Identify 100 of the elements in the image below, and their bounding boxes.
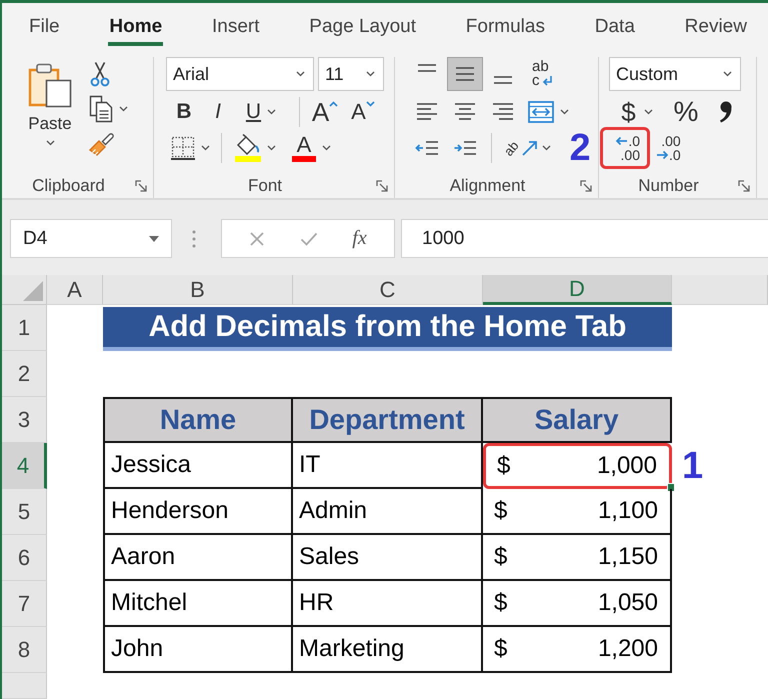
row-header[interactable]: 5: [2, 489, 47, 535]
chevron-icon: [267, 109, 276, 115]
bold-button[interactable]: B: [170, 97, 198, 127]
dialog-launcher-icon[interactable]: [135, 180, 147, 192]
paste-button[interactable]: Paste: [20, 57, 80, 162]
dialog-launcher-icon[interactable]: [376, 180, 388, 192]
chevron-icon: [560, 109, 569, 115]
grow-font-button[interactable]: A: [309, 97, 341, 127]
chevron-icon: [644, 109, 653, 115]
tab[interactable]: Page Layout: [308, 12, 417, 46]
group-label: Font: [246, 176, 284, 196]
wrap-text-button[interactable]: ab c: [523, 57, 559, 91]
decrease-decimal-button[interactable]: .00 .0: [650, 127, 687, 169]
underline-button[interactable]: U: [238, 97, 284, 127]
dialog-launcher-icon[interactable]: [580, 180, 592, 192]
salary-amount: 1,200: [598, 635, 658, 663]
number-format-dropdown[interactable]: Custom: [609, 57, 741, 91]
table-cell: Admin: [293, 489, 483, 535]
tab[interactable]: Home: [108, 12, 164, 46]
cancel-icon: [249, 230, 266, 246]
currency-button[interactable]: $: [613, 97, 661, 127]
currency-symbol: $: [494, 635, 508, 663]
tab[interactable]: File: [28, 12, 61, 46]
column-header[interactable]: A: [47, 275, 103, 305]
tab[interactable]: Insert: [210, 12, 261, 46]
table-cell: John: [103, 627, 293, 673]
insert-function-button[interactable]: fx: [352, 227, 367, 250]
grip-icon: [192, 230, 196, 248]
orientation-button[interactable]: ab: [500, 133, 556, 163]
table-cell: HR: [293, 581, 483, 627]
row-header[interactable]: 1: [2, 305, 47, 351]
italic-button[interactable]: I: [204, 97, 232, 127]
chevron-icon: [322, 145, 331, 151]
chevron-icon: [296, 71, 305, 77]
arrow-right-icon: [656, 150, 669, 160]
vertical-align-button[interactable]: [447, 57, 483, 91]
table-cell: Aaron: [103, 535, 293, 581]
salary-amount: 1,150: [598, 543, 658, 571]
chevron-icon: [723, 71, 732, 77]
format-painter-button[interactable]: [86, 130, 116, 158]
font-name-dropdown[interactable]: Arial: [166, 57, 314, 91]
percent-button[interactable]: %: [669, 97, 703, 127]
column-header[interactable]: C: [293, 275, 483, 305]
sheet-title: Add Decimals from the Home Tab: [103, 307, 672, 351]
align-left-icon: [416, 102, 438, 122]
column-heading: Name: [103, 397, 293, 443]
caret-down-icon: [149, 236, 159, 242]
tab[interactable]: Review: [684, 12, 748, 46]
group-label: Number: [637, 176, 700, 196]
align-top-icon: [417, 64, 437, 72]
align-bottom-icon: [493, 76, 513, 84]
format-painter-icon: [88, 131, 114, 157]
chevron-icon: [366, 71, 375, 77]
currency-symbol: $: [494, 589, 508, 617]
group-label: Clipboard: [31, 176, 106, 196]
tab[interactable]: Formulas: [464, 12, 546, 46]
column-header[interactable]: B: [103, 275, 293, 305]
name-box[interactable]: D4: [10, 219, 172, 258]
font-size-dropdown[interactable]: 11: [318, 57, 384, 91]
copy-icon: [89, 95, 113, 123]
align-center-icon: [454, 102, 476, 122]
column-heading: Salary: [483, 397, 672, 443]
row-header[interactable]: 8: [2, 627, 47, 673]
comma-style-icon: [718, 101, 732, 123]
fill-handle[interactable]: [667, 483, 675, 492]
chevron-icon: [119, 106, 128, 112]
salary-amount: 1,050: [598, 589, 658, 617]
triangle-icon: [23, 281, 43, 301]
row-header[interactable]: 3: [2, 397, 47, 443]
currency-symbol: $: [497, 452, 510, 480]
salary-amount: 1,100: [598, 497, 658, 525]
row-header[interactable]: 6: [2, 535, 47, 581]
caret-down-icon: [366, 101, 375, 107]
table-cell: Henderson: [103, 489, 293, 535]
row-header[interactable]: 4: [2, 443, 47, 489]
shrink-font-button[interactable]: A: [347, 97, 379, 127]
table-cell: Sales: [293, 535, 483, 581]
align-middle-icon: [455, 67, 475, 81]
dialog-launcher-icon[interactable]: [738, 180, 750, 192]
table-cell: Jessica: [103, 443, 293, 489]
arrow-left-icon: [615, 136, 628, 146]
caret-up-icon: [329, 101, 338, 107]
formula-input[interactable]: 1000: [401, 219, 768, 258]
row-header[interactable]: 2: [2, 351, 47, 397]
table-cell: Marketing: [293, 627, 483, 673]
merge-center-icon: [528, 101, 554, 123]
font-color-button[interactable]: A: [287, 133, 336, 163]
scissors-icon: [90, 61, 110, 87]
column-header[interactable]: D: [483, 275, 672, 305]
currency-symbol: $: [494, 497, 508, 525]
check-icon: [300, 230, 318, 246]
step-number: 1: [682, 444, 704, 488]
step-number: 2: [569, 131, 591, 165]
tab[interactable]: Data: [594, 12, 636, 46]
chevron-icon: [46, 140, 54, 146]
row-header[interactable]: 7: [2, 581, 47, 627]
table-cell: Mitchel: [103, 581, 293, 627]
decrease-indent-icon: [415, 138, 439, 158]
salary-amount: 1,000: [596, 452, 657, 480]
increase-decimal-button[interactable]: .0 .00: [600, 127, 650, 169]
